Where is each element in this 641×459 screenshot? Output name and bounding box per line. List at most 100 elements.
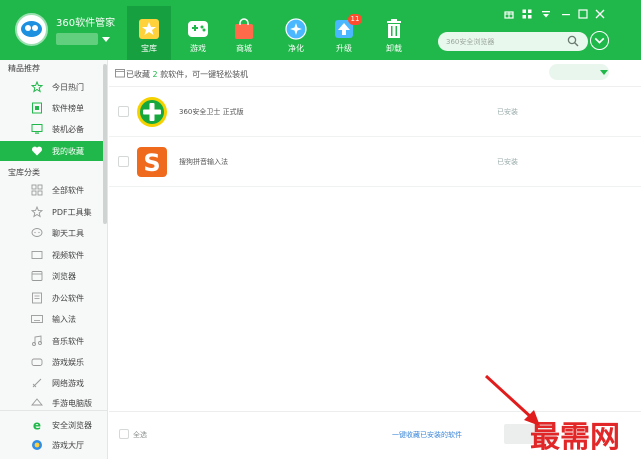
sidebar-item-label: 游戏大厅	[52, 441, 84, 450]
download-manager-icon[interactable]	[590, 31, 609, 50]
sidebar-item-label: 输入法	[52, 315, 76, 324]
chat-icon	[31, 228, 43, 237]
watermark-text: 最需网	[530, 420, 620, 455]
svg-text:S: S	[143, 149, 160, 177]
sidebar-item-office[interactable]: 办公软件	[0, 288, 103, 308]
sidebar-section-title: 精品推荐	[8, 64, 40, 73]
minimize-icon[interactable]	[561, 9, 571, 19]
sidebar-item-label: 手游电脑版	[52, 399, 92, 407]
skin-grid-icon[interactable]	[522, 9, 532, 19]
row-checkbox[interactable]	[118, 106, 129, 117]
grid-icon	[31, 184, 43, 196]
sidebar-divider	[0, 410, 107, 411]
nav-upgrade[interactable]: 11 升级	[322, 12, 366, 58]
sword-icon	[32, 378, 42, 388]
table-row[interactable]: 360安全卫士 正式版 已安装	[109, 87, 641, 137]
sidebar-item-label: 音乐软件	[52, 337, 84, 346]
app-name: 360安全卫士 正式版	[179, 108, 244, 116]
nav-treasury[interactable]: 宝库	[127, 6, 171, 60]
sidebar-item-label: 软件榜单	[52, 104, 84, 113]
nav-purify[interactable]: 净化	[274, 12, 318, 58]
nav-label: 宝库	[141, 44, 157, 53]
sidebar-item-chat[interactable]: 聊天工具	[0, 223, 103, 243]
summary-prefix: 已收藏	[126, 70, 150, 79]
video-icon	[31, 251, 43, 259]
user-account[interactable]	[56, 33, 98, 45]
sidebar-item-safe-browser[interactable]: e 安全浏览器	[0, 415, 103, 435]
sidebar-item-label: 浏览器	[52, 272, 76, 281]
sogou-icon: S	[137, 147, 167, 177]
nav-mall[interactable]: 商城	[222, 12, 266, 58]
star-outline-icon	[31, 81, 43, 93]
sidebar-item-label: 装机必备	[52, 125, 84, 134]
sidebar-item-game-entertainment[interactable]: 游戏娱乐	[0, 352, 103, 372]
nav-label: 商城	[236, 44, 252, 53]
trash-icon	[387, 19, 401, 38]
sidebar-item-label: 安全浏览器	[52, 421, 92, 430]
sidebar-item-hot-today[interactable]: 今日热门	[0, 77, 103, 97]
search-icon[interactable]	[567, 35, 579, 47]
game-icon	[31, 358, 43, 366]
sidebar-item-favorites[interactable]: 我的收藏	[0, 141, 103, 161]
maximize-icon[interactable]	[578, 9, 588, 19]
sidebar-item-video[interactable]: 视频软件	[0, 245, 103, 265]
sidebar-item-browser[interactable]: 浏览器	[0, 266, 103, 286]
office-icon	[32, 292, 42, 304]
select-all-checkbox[interactable]	[119, 429, 129, 439]
sidebar-item-label: 我的收藏	[52, 147, 84, 156]
bag-icon	[235, 18, 253, 39]
summary-suffix: 款软件，可一键轻松装机	[160, 70, 249, 79]
close-icon[interactable]	[595, 9, 605, 19]
sidebar-item-essentials[interactable]: 装机必备	[0, 119, 103, 139]
row-checkbox[interactable]	[118, 156, 129, 167]
nav-label: 净化	[288, 44, 304, 53]
watermark: 最需网	[530, 410, 638, 456]
sidebar-item-mobile-games[interactable]: 手游电脑版	[0, 393, 103, 407]
sidebar-item-game-hall[interactable]: 游戏大厅	[0, 435, 103, 455]
sidebar-item-ranking[interactable]: 软件榜单	[0, 98, 103, 118]
sidebar-item-pdf-tools[interactable]: PDF工具集	[0, 202, 103, 222]
favorites-summary: 已收藏 2 款软件，可一键轻松装机	[126, 69, 248, 80]
sidebar-item-label: 办公软件	[52, 294, 84, 303]
sidebar-item-music[interactable]: 音乐软件	[0, 331, 103, 351]
search-box	[438, 32, 588, 51]
svg-text:e: e	[33, 419, 41, 431]
app-logo[interactable]	[15, 13, 48, 46]
sidebar-item-label: 今日热门	[52, 83, 84, 92]
app-name: 搜狗拼音输入法	[179, 158, 228, 166]
chevron-down-icon[interactable]	[600, 70, 608, 75]
app-window: 360软件管家 宝库 游戏 商城 净化 11 升级 卸载 360安全浏览器 精品…	[0, 0, 641, 459]
purify-icon	[285, 18, 307, 40]
sidebar-item-label: 游戏娱乐	[52, 358, 84, 367]
keyboard-icon	[31, 315, 43, 323]
sidebar: 精品推荐 今日热门 软件榜单 装机必备 我的收藏 宝库分类 全部软件 PDF工具…	[0, 60, 108, 459]
favorites-count: 2	[152, 70, 158, 79]
sidebar-item-input-method[interactable]: 输入法	[0, 309, 103, 329]
game-hall-icon	[32, 440, 42, 450]
gift-icon[interactable]	[504, 9, 514, 19]
sidebar-item-label: PDF工具集	[52, 208, 92, 217]
install-status: 已安装	[497, 158, 518, 166]
account-dropdown-icon[interactable]	[102, 37, 110, 42]
install-status: 已安装	[497, 108, 518, 116]
favorite-installed-link[interactable]: 一键收藏已安装的软件	[392, 430, 462, 440]
sidebar-item-label: 视频软件	[52, 251, 84, 260]
table-row[interactable]: S 搜狗拼音输入法 已安装	[109, 137, 641, 187]
ie-icon: e	[33, 419, 41, 431]
app-title: 360软件管家	[56, 18, 116, 29]
nav-label: 卸载	[386, 44, 402, 53]
title-bar: 360软件管家 宝库 游戏 商城 净化 11 升级 卸载 360安全浏览器	[0, 0, 641, 60]
star-icon	[139, 19, 159, 39]
music-icon	[32, 335, 42, 346]
select-all-label: 全选	[133, 431, 147, 439]
nav-games[interactable]: 游戏	[176, 12, 220, 58]
nav-uninstall[interactable]: 卸载	[372, 12, 416, 58]
menu-icon[interactable]	[541, 9, 551, 19]
sidebar-scrollbar[interactable]	[103, 64, 107, 224]
star-outline-icon	[31, 206, 43, 218]
search-input[interactable]	[446, 34, 564, 49]
sidebar-item-online-games[interactable]: 网络游戏	[0, 373, 103, 393]
sidebar-item-all-software[interactable]: 全部软件	[0, 180, 103, 200]
monitor-icon	[31, 124, 43, 134]
nav-label: 升级	[336, 44, 352, 53]
